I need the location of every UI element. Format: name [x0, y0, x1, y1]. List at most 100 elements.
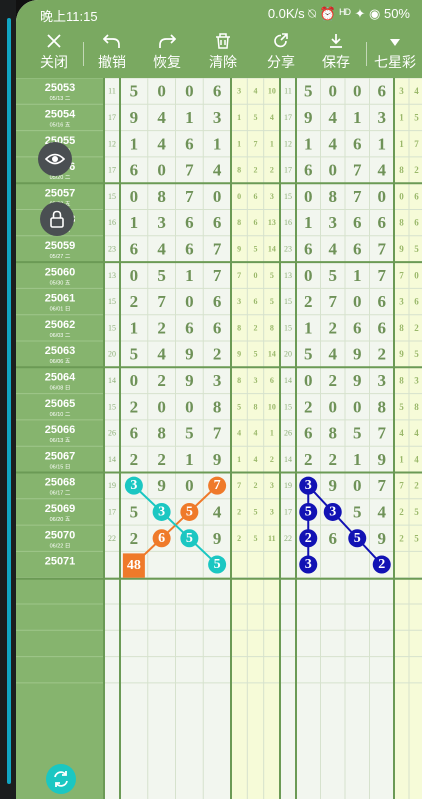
stat-cell: 2: [254, 166, 258, 175]
digit-cell: 1: [304, 213, 313, 232]
blue-ball-label: 5: [305, 504, 312, 519]
stat-cell: 2: [237, 534, 241, 543]
digit-cell: 7: [378, 476, 387, 495]
issue-number: 25068: [45, 477, 76, 489]
stat-cell: 11: [268, 534, 276, 543]
stat-cell: 1: [399, 454, 404, 464]
stat-cell: 5: [270, 297, 274, 306]
digit-cell: 8: [157, 424, 166, 443]
stat-cell: 6: [414, 218, 419, 228]
issue-date: 06/01 日: [50, 306, 71, 313]
digit-cell: 2: [157, 318, 166, 337]
digit-cell: 0: [304, 187, 313, 206]
share-button[interactable]: 分享: [251, 33, 311, 71]
digit-cell: 2: [130, 292, 139, 311]
digit-cell: 4: [213, 502, 222, 521]
sum-cell: 15: [108, 323, 116, 332]
digit-cell: 7: [378, 266, 387, 285]
eye-icon: [45, 153, 65, 165]
stat-cell: 8: [270, 323, 274, 332]
digit-cell: 2: [378, 345, 387, 364]
stat-cell: 4: [414, 454, 419, 464]
stat-cell: 7: [237, 271, 241, 280]
digit-cell: 1: [213, 134, 222, 153]
sum-cell: 17: [108, 507, 116, 516]
stat-cell: 5: [254, 507, 258, 516]
status-time: 晚上11:15: [40, 9, 98, 24]
digit-cell: 0: [130, 371, 139, 390]
undo-button[interactable]: 撤销: [82, 33, 142, 71]
stat-cell: 8: [399, 323, 404, 333]
digit-cell: 2: [329, 318, 338, 337]
digit-cell: 0: [185, 82, 194, 101]
digit-cell: 7: [185, 187, 194, 206]
save-button[interactable]: 保存: [306, 33, 366, 71]
digit-cell: 0: [378, 187, 387, 206]
digit-cell: 4: [157, 108, 166, 127]
stat-cell: 10: [268, 402, 276, 411]
issue-date: 06/15 日: [50, 463, 71, 470]
digit-cell: 0: [304, 266, 313, 285]
issue-date: 05/30 五: [50, 279, 71, 286]
digit-cell: 0: [353, 397, 362, 416]
stat-cell: 6: [254, 192, 258, 201]
digit-cell: 7: [185, 161, 194, 180]
stat-cell: 7: [414, 139, 419, 149]
lock-button[interactable]: [40, 202, 74, 236]
stat-cell: 8: [399, 165, 404, 175]
left-stat-panel: [231, 78, 280, 799]
stat-cell: 3: [270, 507, 274, 516]
digit-cell: 0: [329, 161, 338, 180]
digit-cell: 7: [378, 424, 387, 443]
stat-cell: 2: [270, 455, 274, 464]
digit-cell: 6: [353, 318, 362, 337]
digit-cell: 2: [304, 397, 313, 416]
digit-cell: 2: [329, 450, 338, 469]
issue-date: 06/22 日: [50, 542, 71, 549]
sum-cell: 20: [108, 350, 116, 359]
stat-cell: 2: [399, 533, 404, 543]
sum-cell: 15: [108, 402, 116, 411]
stat-cell: 5: [414, 244, 419, 254]
digit-cell: 1: [185, 450, 194, 469]
digit-cell: 0: [157, 397, 166, 416]
stat-cell: 0: [399, 191, 404, 201]
stat-cell: 10: [268, 87, 276, 96]
stat-cell: 5: [270, 271, 274, 280]
redo-button[interactable]: 恢复: [137, 33, 197, 71]
stat-cell: 8: [399, 218, 404, 228]
clear-button[interactable]: 清除: [193, 33, 253, 71]
digit-cell: 5: [157, 266, 166, 285]
sum-cell: 16: [284, 218, 292, 227]
sum-cell: 13: [108, 271, 116, 280]
lottery-select[interactable]: 七星彩: [365, 33, 422, 71]
digit-cell: 6: [130, 239, 139, 258]
digit-cell: 9: [130, 108, 139, 127]
issue-number: 25063: [45, 345, 76, 357]
stat-cell: 7: [399, 270, 404, 280]
issue-number: 25060: [45, 266, 76, 278]
sum-cell: 19: [108, 481, 116, 490]
digit-cell: 1: [304, 134, 313, 153]
stat-cell: 5: [414, 507, 419, 517]
close-button[interactable]: 关闭: [24, 33, 84, 71]
digit-cell: 6: [130, 161, 139, 180]
digit-cell: 7: [353, 161, 362, 180]
digit-cell: 0: [213, 187, 222, 206]
sum-cell: 14: [284, 455, 292, 464]
stat-cell: 14: [268, 350, 276, 359]
digit-cell: 5: [130, 345, 139, 364]
sum-cell: 26: [284, 429, 292, 438]
cyan-ball-label: 3: [158, 504, 165, 519]
stat-cell: 2: [254, 323, 258, 332]
digit-cell: 9: [353, 345, 362, 364]
sum-cell: 17: [284, 166, 292, 175]
digit-cell: 6: [213, 82, 222, 101]
digit-cell: 0: [130, 266, 139, 285]
sum-cell: 14: [284, 376, 292, 385]
digit-cell: 0: [157, 82, 166, 101]
eye-button[interactable]: [38, 142, 72, 176]
stat-cell: 5: [237, 402, 241, 411]
refresh-button[interactable]: [46, 764, 76, 794]
stat-cell: 1: [237, 139, 241, 148]
